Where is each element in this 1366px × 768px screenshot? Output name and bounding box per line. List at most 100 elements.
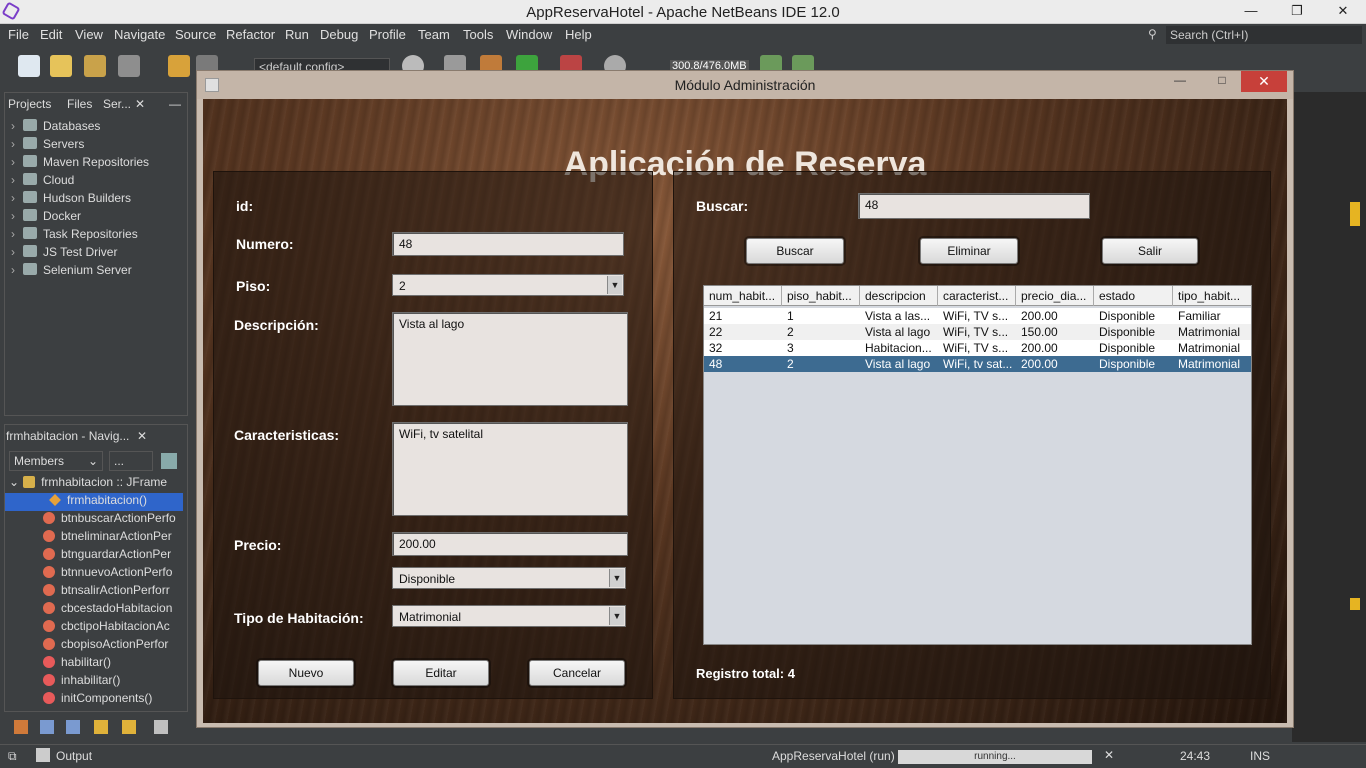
table-row[interactable]: 32 3 Habitacion... WiFi, TV s... 200.00 … bbox=[704, 340, 1251, 356]
nav-member[interactable]: btneliminarActionPer bbox=[5, 529, 183, 547]
estado-select[interactable]: Disponible ▼ bbox=[392, 567, 626, 589]
chevron-down-icon[interactable]: ⌄ bbox=[9, 475, 19, 489]
descripcion-textarea[interactable]: Vista al lago bbox=[392, 312, 628, 406]
chevron-right-icon[interactable]: › bbox=[11, 119, 23, 133]
cancel-icon[interactable]: ✕ bbox=[1104, 748, 1114, 762]
nav-member[interactable]: btnguardarActionPer bbox=[5, 547, 183, 565]
search-input[interactable]: Search (Ctrl+I) bbox=[1166, 26, 1362, 44]
numero-field[interactable]: 48 bbox=[392, 232, 624, 256]
tree-item-databases[interactable]: › Databases bbox=[11, 119, 100, 137]
new-project-icon[interactable] bbox=[50, 55, 72, 77]
navigator-title[interactable]: frmhabitacion - Navig... bbox=[6, 429, 129, 443]
nav-member[interactable]: initComponents() bbox=[5, 691, 183, 709]
nav-member[interactable]: btnsalirActionPerforr bbox=[5, 583, 183, 601]
menu-edit[interactable]: Edit bbox=[40, 27, 62, 42]
output-tab[interactable]: Output bbox=[56, 749, 92, 763]
chevron-right-icon[interactable]: › bbox=[11, 245, 23, 259]
chevron-right-icon[interactable]: › bbox=[11, 173, 23, 187]
column-header[interactable]: piso_habit... bbox=[782, 286, 860, 306]
sync-icon[interactable] bbox=[154, 720, 168, 734]
nav-member[interactable]: cbctipoHabitacionAc bbox=[5, 619, 183, 637]
minimize-panel-icon[interactable]: — bbox=[169, 97, 181, 111]
nuevo-button[interactable]: Nuevo bbox=[258, 660, 354, 686]
tree-item-docker[interactable]: › Docker bbox=[11, 209, 81, 227]
menu-profile[interactable]: Profile bbox=[369, 27, 406, 42]
new-file-icon[interactable] bbox=[18, 55, 40, 77]
piso-select[interactable]: 2 ▼ bbox=[392, 274, 624, 296]
menu-refactor[interactable]: Refactor bbox=[226, 27, 275, 42]
column-header[interactable]: estado bbox=[1094, 286, 1173, 306]
tree-item-maven[interactable]: › Maven Repositories bbox=[11, 155, 149, 173]
chevron-right-icon[interactable]: › bbox=[11, 155, 23, 169]
nav-member[interactable]: btnbuscarActionPerfo bbox=[5, 511, 183, 529]
nav-member[interactable]: cbcestadoHabitacion bbox=[5, 601, 183, 619]
tree-item-cloud[interactable]: › Cloud bbox=[11, 173, 74, 191]
save-all-icon[interactable] bbox=[118, 55, 140, 77]
close-icon[interactable]: ✕ bbox=[1320, 0, 1366, 24]
maximize-icon[interactable]: □ bbox=[1209, 71, 1235, 91]
cancelar-button[interactable]: Cancelar bbox=[529, 660, 625, 686]
column-header[interactable]: precio_dia... bbox=[1016, 286, 1094, 306]
buscar-field[interactable]: 48 bbox=[858, 193, 1090, 219]
dropdown-arrow-icon[interactable]: ▼ bbox=[607, 276, 622, 294]
chevron-right-icon[interactable]: › bbox=[11, 227, 23, 241]
dropdown-arrow-icon[interactable]: ▼ bbox=[609, 569, 624, 587]
menu-navigate[interactable]: Navigate bbox=[114, 27, 165, 42]
lock-icon[interactable] bbox=[94, 720, 108, 734]
column-header[interactable]: num_habit... bbox=[704, 286, 782, 306]
column-header[interactable]: tipo_habit... bbox=[1173, 286, 1253, 306]
inherited-icon[interactable] bbox=[122, 720, 136, 734]
nav-member[interactable]: btnnuevoActionPerfo bbox=[5, 565, 183, 583]
filter2-select[interactable]: ... bbox=[109, 451, 153, 471]
tab-files[interactable]: Files bbox=[67, 97, 92, 111]
tree-item-tasks[interactable]: › Task Repositories bbox=[11, 227, 138, 245]
menu-view[interactable]: View bbox=[75, 27, 103, 42]
eliminar-button[interactable]: Eliminar bbox=[920, 238, 1018, 264]
table-row-selected[interactable]: 48 2 Vista al lago WiFi, tv sat... 200.0… bbox=[704, 356, 1251, 372]
sort-icon[interactable] bbox=[161, 453, 177, 469]
editar-button[interactable]: Editar bbox=[393, 660, 489, 686]
nonpublic-icon[interactable] bbox=[66, 720, 80, 734]
tree-item-hudson[interactable]: › Hudson Builders bbox=[11, 191, 131, 209]
nav-member[interactable]: frmhabitacion() bbox=[5, 493, 183, 511]
chevron-right-icon[interactable]: › bbox=[11, 191, 23, 205]
menu-tools[interactable]: Tools bbox=[463, 27, 493, 42]
dropdown-arrow-icon[interactable]: ▼ bbox=[609, 607, 624, 625]
buscar-button[interactable]: Buscar bbox=[746, 238, 844, 264]
members-filter[interactable]: Members ⌄ bbox=[9, 451, 103, 471]
tab-services[interactable]: Ser... bbox=[103, 97, 131, 111]
minimize-icon[interactable]: — bbox=[1167, 71, 1193, 91]
caracteristicas-textarea[interactable]: WiFi, tv satelital bbox=[392, 422, 628, 516]
column-header[interactable]: caracterist... bbox=[938, 286, 1016, 306]
nav-member[interactable]: habilitar() bbox=[5, 655, 183, 673]
nav-member[interactable]: inhabilitar() bbox=[5, 673, 183, 691]
menu-run[interactable]: Run bbox=[285, 27, 309, 42]
maximize-icon[interactable]: ❐ bbox=[1274, 0, 1320, 24]
fields-icon[interactable] bbox=[14, 720, 28, 734]
minimize-icon[interactable]: — bbox=[1228, 0, 1274, 24]
chevron-right-icon[interactable]: › bbox=[11, 137, 23, 151]
nav-root[interactable]: ⌄ frmhabitacion :: JFrame bbox=[5, 475, 183, 493]
menu-team[interactable]: Team bbox=[418, 27, 450, 42]
close-tab-icon[interactable]: ✕ bbox=[135, 97, 145, 111]
column-header[interactable]: descripcion bbox=[860, 286, 938, 306]
static-icon[interactable] bbox=[40, 720, 54, 734]
tab-projects[interactable]: Projects bbox=[8, 97, 51, 111]
precio-field[interactable]: 200.00 bbox=[392, 532, 628, 556]
tree-item-selenium[interactable]: › Selenium Server bbox=[11, 263, 132, 281]
menu-window[interactable]: Window bbox=[506, 27, 552, 42]
salir-button[interactable]: Salir bbox=[1102, 238, 1198, 264]
chevron-right-icon[interactable]: › bbox=[11, 209, 23, 223]
undo-icon[interactable] bbox=[168, 55, 190, 77]
tipo-select[interactable]: Matrimonial ▼ bbox=[392, 605, 626, 627]
menu-help[interactable]: Help bbox=[565, 27, 592, 42]
table-row[interactable]: 22 2 Vista al lago WiFi, TV s... 150.00 … bbox=[704, 324, 1251, 340]
table-row[interactable]: 21 1 Vista a las... WiFi, TV s... 200.00… bbox=[704, 308, 1251, 324]
tree-item-servers[interactable]: › Servers bbox=[11, 137, 84, 155]
close-icon[interactable]: ✕ bbox=[1241, 71, 1287, 92]
nav-member[interactable]: cbopisoActionPerfor bbox=[5, 637, 183, 655]
close-tab-icon[interactable]: ✕ bbox=[137, 429, 147, 443]
menu-file[interactable]: File bbox=[8, 27, 29, 42]
open-project-icon[interactable] bbox=[84, 55, 106, 77]
restore-icon[interactable]: ⧉ bbox=[8, 749, 17, 764]
